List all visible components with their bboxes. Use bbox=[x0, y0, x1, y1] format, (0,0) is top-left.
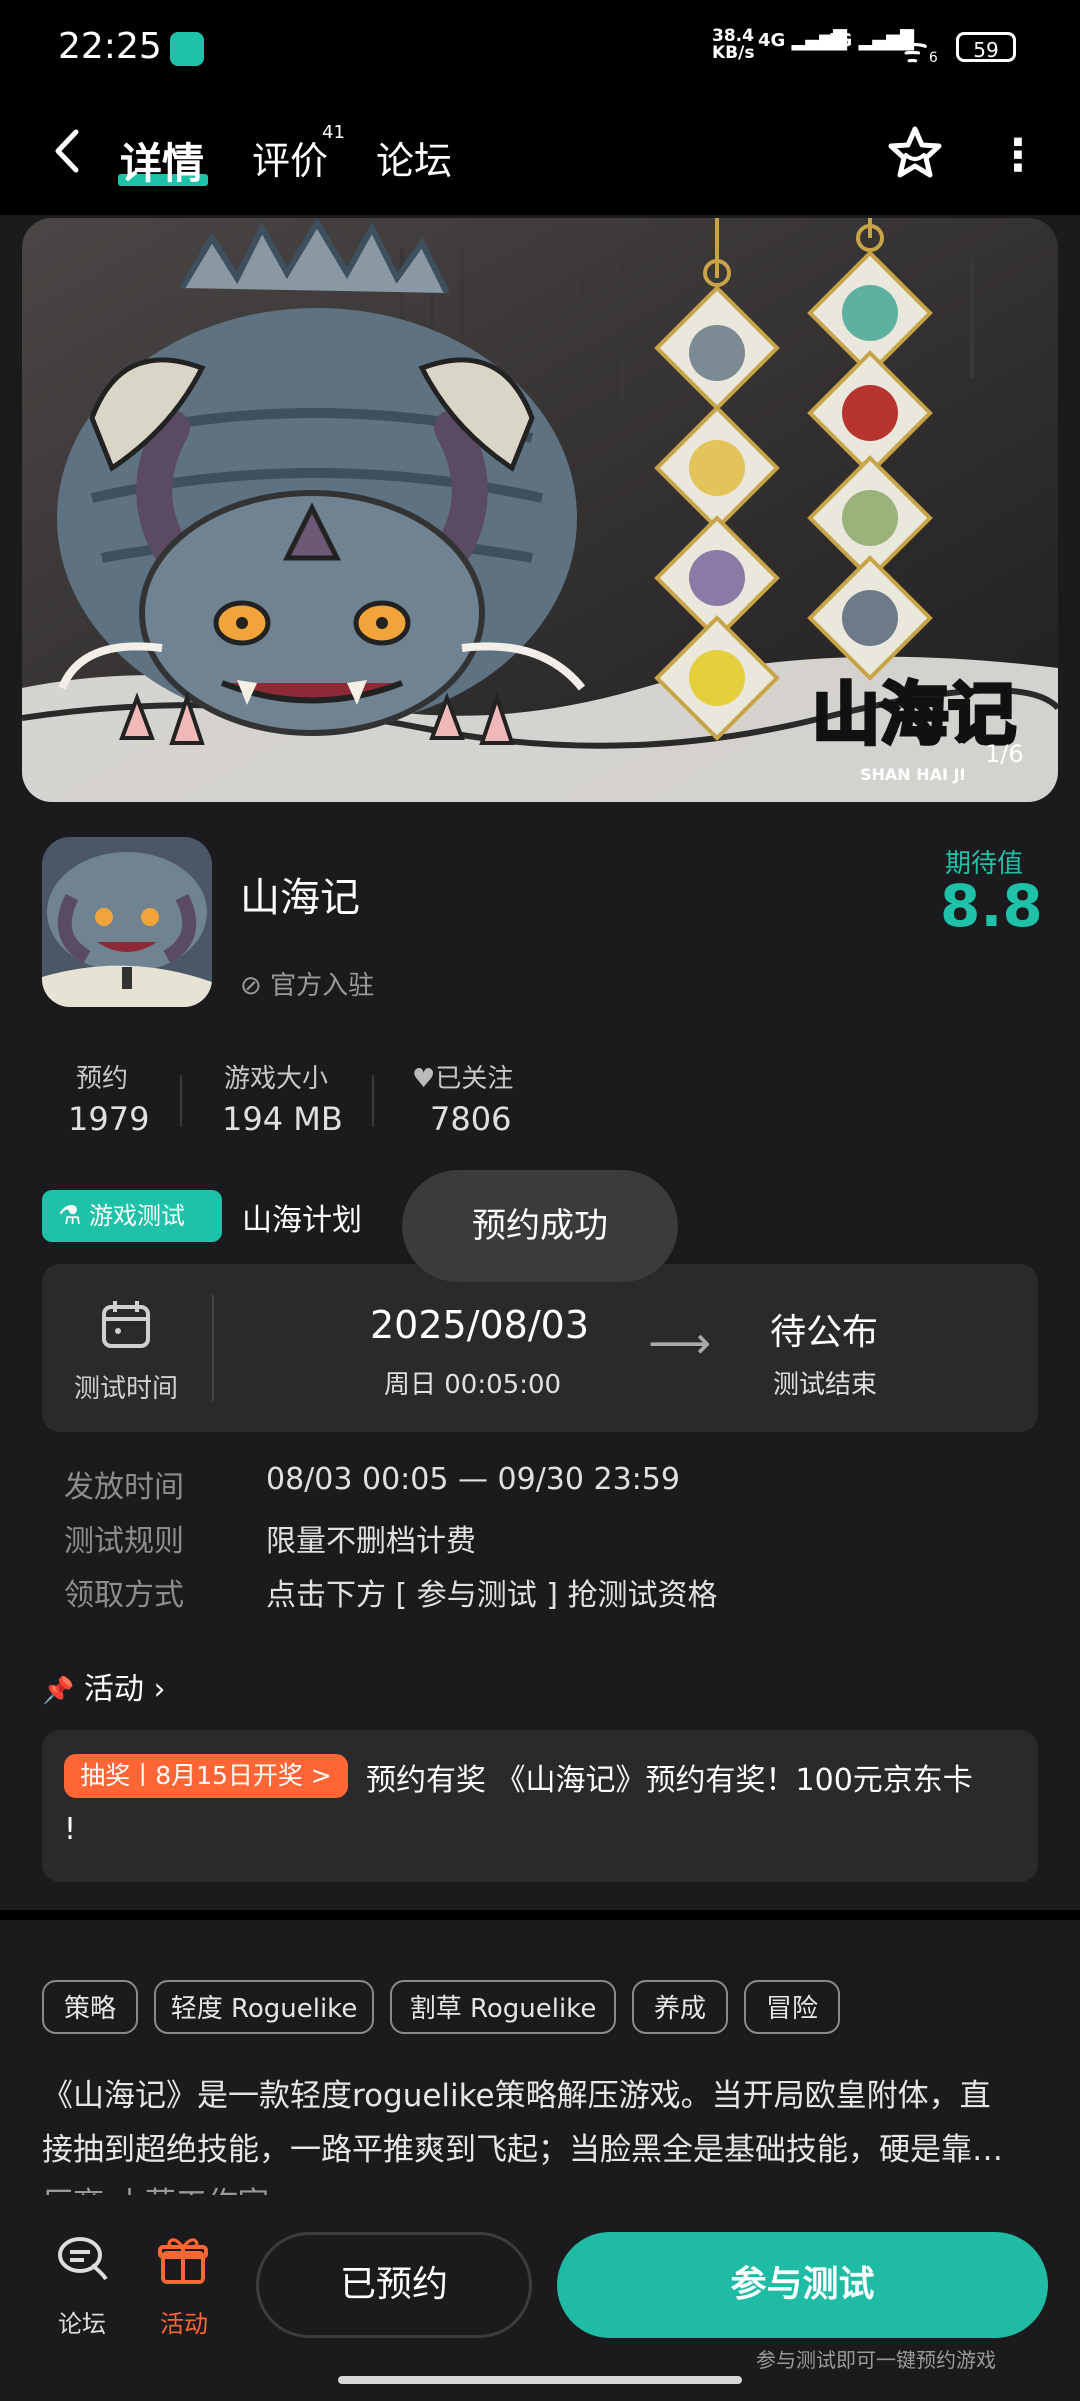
info-value-release: 08/03 00:05 — 09/30 23:59 bbox=[266, 1462, 680, 1497]
chat-bubble-icon bbox=[58, 2237, 108, 2281]
more-options-icon[interactable]: ⋮ bbox=[996, 130, 1040, 181]
forum-icon[interactable] bbox=[56, 2235, 108, 2294]
info-label-rules: 测试规则 bbox=[64, 1524, 184, 1559]
test-end-label: 测试结束 bbox=[773, 1370, 878, 1400]
test-end-status: 待公布 bbox=[770, 1312, 879, 1353]
stat-value-size: 194 MB bbox=[222, 1100, 343, 1138]
tag-mowing-roguelike[interactable]: 割草 Roguelike bbox=[390, 1980, 616, 2034]
activity-section-link[interactable]: 📌 活动 › bbox=[42, 1664, 165, 1708]
game-title: 山海记 bbox=[240, 875, 360, 921]
tag-cultivation[interactable]: 养成 bbox=[632, 1980, 728, 2034]
favorite-star-icon[interactable] bbox=[886, 124, 944, 196]
official-badge: ⊘ 官方入驻 bbox=[240, 965, 374, 1002]
join-test-hint: 参与测试即可一键预约游戏 bbox=[756, 2348, 996, 2372]
tab-forum[interactable]: 论坛 bbox=[376, 130, 452, 185]
test-time-label: 测试时间 bbox=[74, 1374, 179, 1404]
stat-value-reservations: 1979 bbox=[68, 1100, 150, 1138]
reserved-button[interactable]: 已预约 bbox=[256, 2232, 532, 2338]
info-value-claim: 点击下方 [ 参与测试 ] 抢测试资格 bbox=[266, 1578, 718, 1613]
heart-check-icon: ♥ bbox=[412, 1064, 436, 1094]
calendar-icon bbox=[100, 1298, 152, 1363]
calendar-svg bbox=[102, 1301, 150, 1348]
notification-app-icon bbox=[170, 32, 204, 66]
test-time-card bbox=[42, 1264, 1038, 1432]
tab-details[interactable]: 详情 bbox=[120, 130, 204, 191]
tag-light-roguelike[interactable]: 轻度 Roguelike bbox=[154, 1980, 374, 2034]
back-arrow-icon[interactable] bbox=[52, 128, 82, 186]
tab-reviews[interactable]: 评价 bbox=[252, 130, 328, 185]
stat-value-followers: 7806 bbox=[430, 1100, 512, 1138]
network-speed: 38.4 KB/s bbox=[712, 28, 754, 62]
stat-divider bbox=[372, 1075, 374, 1127]
banner-page-counter: 1/6 bbox=[985, 740, 1024, 768]
check-circle-icon: ⊘ bbox=[240, 971, 262, 1001]
info-label-release: 发放时间 bbox=[64, 1470, 184, 1505]
game-test-badge: ⚗ 游戏测试 bbox=[42, 1190, 222, 1242]
pin-icon: 📌 bbox=[42, 1676, 75, 1706]
activity-heading: 活动 bbox=[83, 1672, 144, 1707]
followed-label: 已关注 bbox=[435, 1064, 514, 1094]
section-separator bbox=[0, 1910, 1080, 1920]
lottery-badge: 抽奖丨8月15日开奖 > bbox=[64, 1754, 348, 1798]
game-app-icon bbox=[42, 837, 212, 1007]
test-icon: ⚗ bbox=[58, 1201, 82, 1231]
net-speed-unit: KB/s bbox=[712, 43, 755, 63]
stat-label-followed[interactable]: ♥已关注 bbox=[412, 1058, 513, 1095]
test-badge-label: 游戏测试 bbox=[88, 1202, 185, 1230]
activity-text-cont: ! bbox=[64, 1812, 77, 1847]
reviews-count: 41 bbox=[322, 122, 345, 143]
screenshot-banner[interactable]: 山海记 SHAN HAI JI bbox=[22, 218, 1058, 802]
gift-svg bbox=[158, 2238, 208, 2284]
activity-card[interactable] bbox=[42, 1730, 1038, 1882]
expectation-score: 8.8 bbox=[940, 872, 1043, 940]
activity-text: 预约有奖 《山海记》预约有奖！100元京东卡 bbox=[366, 1763, 973, 1798]
stat-label-reservations: 预约 bbox=[76, 1064, 129, 1094]
status-time: 22:25 bbox=[58, 26, 162, 67]
toast-reserve-success: 预约成功 bbox=[402, 1170, 678, 1282]
card-divider bbox=[212, 1295, 214, 1401]
signal-1-label: 4G bbox=[758, 30, 786, 51]
test-plan-name: 山海计划 bbox=[242, 1203, 362, 1238]
game-icon-art bbox=[42, 837, 212, 1007]
official-label: 官方入驻 bbox=[270, 971, 375, 1001]
stat-divider bbox=[180, 1075, 182, 1127]
game-description-line2: 接抽到超绝技能，一路平推爽到飞起；当脸黑全是基础技能，硬是靠… bbox=[42, 2132, 1003, 2168]
forum-label[interactable]: 论坛 bbox=[58, 2304, 106, 2339]
stat-label-size: 游戏大小 bbox=[224, 1064, 329, 1094]
chevron-right-icon: › bbox=[153, 1672, 166, 1707]
battery-icon: 59 bbox=[956, 32, 1016, 62]
info-value-rules: 限量不删档计费 bbox=[266, 1524, 476, 1559]
tag-strategy[interactable]: 策略 bbox=[42, 1980, 138, 2034]
info-label-claim: 领取方式 bbox=[64, 1578, 184, 1613]
star-icon bbox=[888, 126, 942, 178]
arrow-right-icon: ⟶ bbox=[648, 1318, 712, 1369]
join-test-button[interactable]: 参与测试 bbox=[557, 2232, 1048, 2338]
activity-tab-label[interactable]: 活动 bbox=[160, 2304, 208, 2339]
test-start-time: 周日 00:05:00 bbox=[384, 1370, 562, 1400]
wifi-icon: ᯤ6 bbox=[896, 30, 938, 71]
tag-adventure[interactable]: 冒险 bbox=[744, 1980, 840, 2034]
home-indicator[interactable] bbox=[338, 2376, 742, 2384]
banner-artwork: 山海记 SHAN HAI JI bbox=[22, 218, 1058, 802]
wifi-label: 6 bbox=[928, 50, 938, 66]
test-start-date: 2025/08/03 bbox=[370, 1303, 590, 1347]
gift-icon[interactable] bbox=[158, 2235, 208, 2296]
signal-2-label: 4G bbox=[825, 30, 853, 51]
banner-logo-subtext: SHAN HAI JI bbox=[860, 765, 965, 784]
chevron-left-icon bbox=[55, 129, 79, 173]
game-description-line1: 《山海记》是一款轻度roguelike策略解压游戏。当开局欧皇附体，直 bbox=[42, 2078, 991, 2114]
